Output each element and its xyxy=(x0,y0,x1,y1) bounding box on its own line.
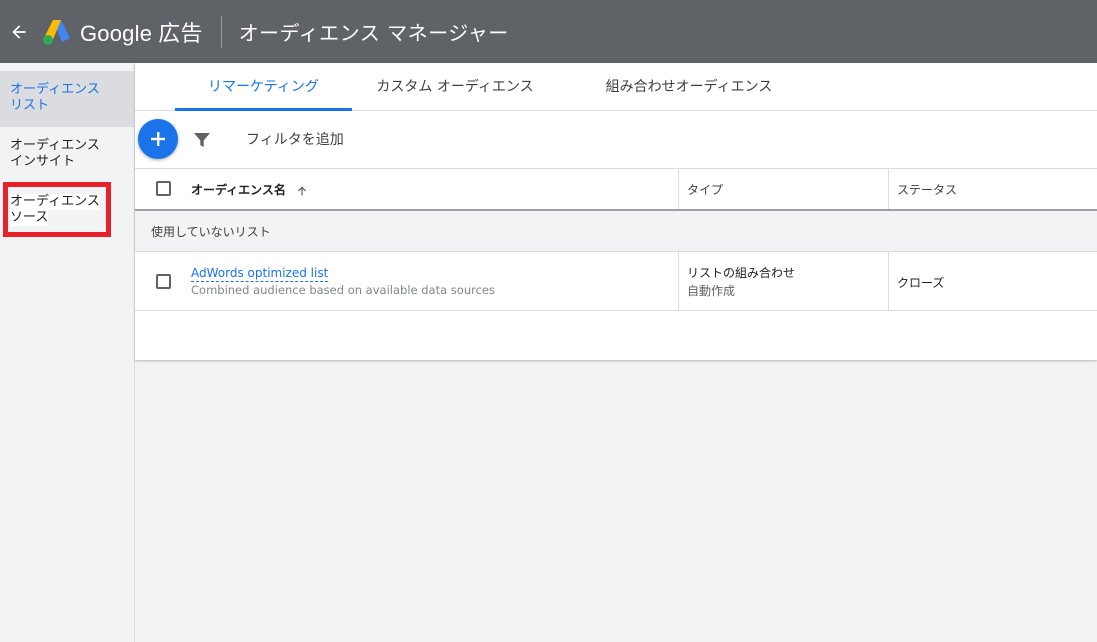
google-ads-logo-icon xyxy=(43,19,70,45)
group-label: 使用していないリスト xyxy=(151,225,271,239)
column-divider xyxy=(888,169,889,209)
audience-name-link[interactable]: AdWords optimized list xyxy=(191,266,329,282)
column-header-type[interactable]: タイプ xyxy=(687,181,723,198)
table-toolbar: フィルタを追加 xyxy=(135,111,1097,169)
sidebar-item-audience-insights[interactable]: オーディエンス インサイト xyxy=(0,127,134,183)
tab-custom-audience[interactable]: カスタム オーディエンス xyxy=(365,63,545,111)
tab-bar: リマーケティング カスタム オーディエンス 組み合わせオーディエンス xyxy=(135,63,1097,111)
audience-status: クローズ xyxy=(897,276,945,290)
sidebar-item-label: インサイト xyxy=(10,154,76,169)
select-all-checkbox[interactable] xyxy=(156,181,171,196)
column-divider xyxy=(678,169,679,209)
column-header-status[interactable]: ステータス xyxy=(897,181,957,198)
sidebar-item-audience-sources[interactable]: オーディエンス ソース xyxy=(0,183,134,239)
sidebar-item-audience-list[interactable]: オーディエンス リスト xyxy=(0,71,134,127)
tab-remarketing[interactable]: リマーケティング xyxy=(175,63,352,111)
header-divider xyxy=(220,15,222,48)
row-checkbox[interactable] xyxy=(156,274,171,289)
tab-combined-audience[interactable]: 組み合わせオーディエンス xyxy=(589,63,789,111)
sidebar-nav: オーディエンス リスト オーディエンス インサイト オーディエンス ソース xyxy=(0,63,135,642)
brand-suffix: 広告 xyxy=(158,20,203,46)
column-divider xyxy=(888,252,889,310)
filter-icon[interactable] xyxy=(193,131,211,149)
sort-ascending-icon xyxy=(298,186,307,195)
google-ads-logo[interactable]: Google 広告 xyxy=(42,16,203,48)
sidebar-item-label: オーディエンス xyxy=(10,82,100,97)
back-button[interactable] xyxy=(2,0,36,63)
audience-type: リストの組み合わせ xyxy=(687,266,796,280)
audience-description: Combined audience based on available dat… xyxy=(191,283,495,297)
top-app-bar: Google 広告 オーディエンス マネージャー xyxy=(0,0,1097,63)
add-audience-button[interactable] xyxy=(138,119,178,159)
column-header-audience-name[interactable]: オーディエンス名 xyxy=(191,181,308,198)
column-divider xyxy=(678,252,679,310)
column-header-label: オーディエンス名 xyxy=(191,183,286,197)
brand-google: Google xyxy=(80,20,153,46)
sidebar-item-label: リスト xyxy=(10,98,50,113)
back-arrow-icon xyxy=(12,24,26,39)
sidebar-item-label: オーディエンス xyxy=(10,194,100,210)
audience-type-sub: 自動作成 xyxy=(687,284,736,298)
brand-name: Google 広告 xyxy=(80,16,203,48)
main-panel: リマーケティング カスタム オーディエンス 組み合わせオーディエンス フィルタを… xyxy=(135,63,1097,360)
plus-icon xyxy=(151,132,165,146)
sidebar-item-label: ソース xyxy=(10,210,49,226)
page-title: オーディエンス マネージャー xyxy=(238,21,509,45)
add-filter-link[interactable]: フィルタを追加 xyxy=(246,129,344,149)
table-group-row: 使用していないリスト xyxy=(135,211,1097,252)
table-row: AdWords optimized list Combined audience… xyxy=(135,252,1097,311)
sidebar-item-label: オーディエンス xyxy=(10,138,100,153)
table-header: オーディエンス名 タイプ ステータス xyxy=(135,169,1097,211)
